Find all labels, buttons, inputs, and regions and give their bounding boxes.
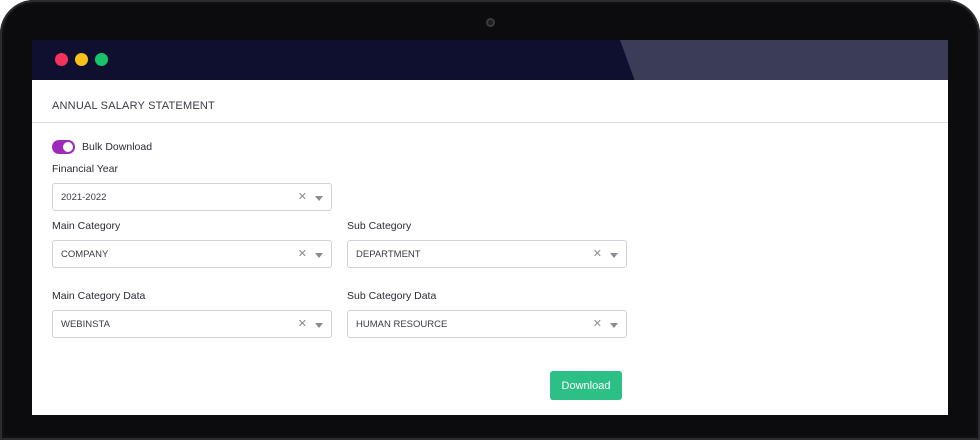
toggle-knob xyxy=(63,142,73,152)
sub-category-data-label: Sub Category Data xyxy=(347,290,437,302)
screen-glare xyxy=(620,40,948,80)
sub-category-value: DEPARTMENT xyxy=(356,249,421,260)
webcam-icon xyxy=(486,18,495,27)
chevron-down-icon[interactable] xyxy=(610,323,618,328)
maximize-window-button[interactable] xyxy=(95,53,108,66)
window-titlebar xyxy=(32,40,948,80)
laptop-bezel: ANNUAL SALARY STATEMENT Bulk Download Fi… xyxy=(0,0,980,440)
chevron-down-icon[interactable] xyxy=(315,323,323,328)
clear-icon[interactable]: ✕ xyxy=(298,247,307,260)
clear-icon[interactable]: ✕ xyxy=(298,317,307,330)
chevron-down-icon[interactable] xyxy=(610,253,618,258)
main-category-label: Main Category xyxy=(52,220,121,232)
sub-category-select[interactable]: DEPARTMENT ✕ xyxy=(347,240,627,268)
sub-category-data-value: HUMAN RESOURCE xyxy=(356,319,448,330)
main-category-data-value: WEBINSTA xyxy=(61,319,110,330)
download-button[interactable]: Download xyxy=(550,371,622,400)
financial-year-label: Financial Year xyxy=(52,163,118,175)
main-category-data-select[interactable]: WEBINSTA ✕ xyxy=(52,310,332,338)
clear-icon[interactable]: ✕ xyxy=(593,247,602,260)
main-category-data-label: Main Category Data xyxy=(52,290,146,302)
app-window: ANNUAL SALARY STATEMENT Bulk Download Fi… xyxy=(32,40,948,415)
sub-category-data-select[interactable]: HUMAN RESOURCE ✕ xyxy=(347,310,627,338)
bulk-download-toggle[interactable] xyxy=(52,140,75,154)
bulk-download-label: Bulk Download xyxy=(82,141,153,153)
clear-icon[interactable]: ✕ xyxy=(298,190,307,203)
close-window-button[interactable] xyxy=(55,53,68,66)
page-title: ANNUAL SALARY STATEMENT xyxy=(52,100,215,112)
minimize-window-button[interactable] xyxy=(75,53,88,66)
financial-year-value: 2021-2022 xyxy=(61,192,107,203)
clear-icon[interactable]: ✕ xyxy=(593,317,602,330)
main-category-select[interactable]: COMPANY ✕ xyxy=(52,240,332,268)
main-category-value: COMPANY xyxy=(61,249,109,260)
chevron-down-icon[interactable] xyxy=(315,196,323,201)
sub-category-label: Sub Category xyxy=(347,220,412,232)
financial-year-select[interactable]: 2021-2022 ✕ xyxy=(52,183,332,211)
chevron-down-icon[interactable] xyxy=(315,253,323,258)
panel-header: ANNUAL SALARY STATEMENT xyxy=(32,90,948,123)
